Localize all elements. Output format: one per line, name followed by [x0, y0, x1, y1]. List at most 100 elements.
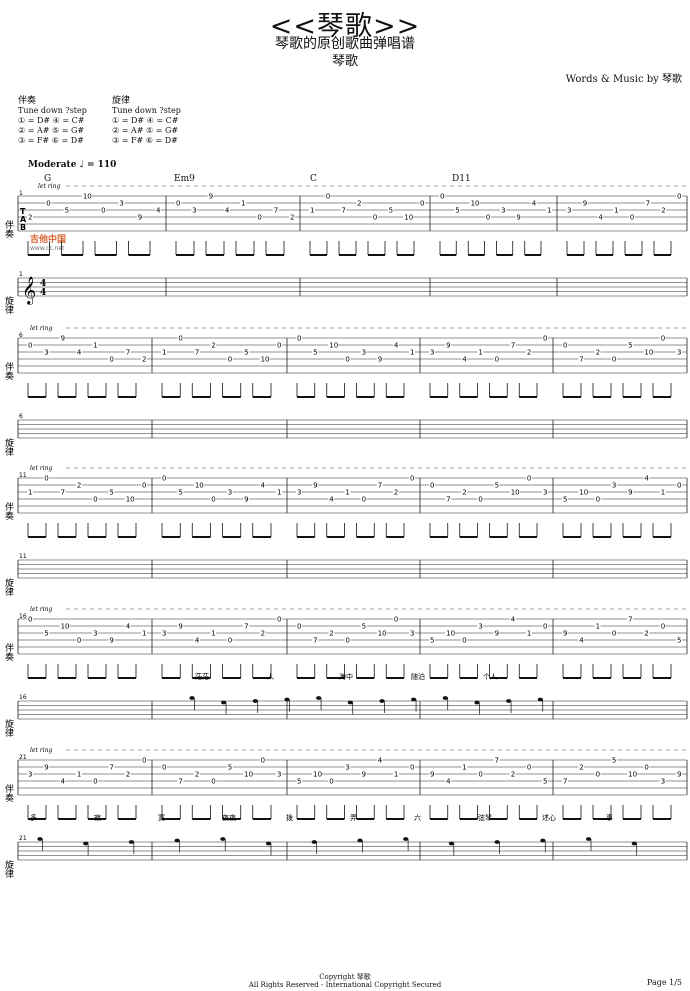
lyric-text: 人	[267, 673, 274, 681]
fret-number: 0	[612, 356, 616, 364]
fret-number: 0	[478, 496, 482, 504]
fret-number: 3	[677, 349, 681, 357]
fret-number: 5	[455, 207, 459, 215]
fret-number: 2	[211, 342, 215, 350]
fret-number: 4	[532, 200, 537, 208]
fret-number: 1	[93, 342, 97, 350]
fret-number: 7	[446, 496, 450, 504]
fret-number: 10	[628, 771, 637, 779]
staff-label-melody: 旋律	[3, 295, 14, 315]
fret-number: 9	[677, 771, 681, 779]
lyric-text: 个人	[483, 673, 497, 681]
measure-number: 16	[19, 694, 27, 701]
fret-number: 1	[394, 771, 398, 779]
fret-number: 2	[329, 630, 333, 638]
fret-number: 2	[126, 771, 130, 779]
fret-number: 2	[28, 214, 32, 222]
lyric-text: 海中	[339, 672, 353, 681]
fret-number: 3	[162, 630, 166, 638]
fret-number: 3	[277, 771, 281, 779]
note-head	[448, 841, 455, 846]
fret-number: 3	[345, 764, 349, 772]
note-head	[506, 699, 512, 703]
fret-number: 4	[598, 214, 603, 222]
fret-number: 2	[527, 349, 531, 357]
fret-number: 0	[440, 193, 444, 201]
note-head	[585, 837, 592, 841]
lyric-text: 茫茫	[195, 672, 209, 681]
lyric-text: 事	[606, 813, 613, 822]
staff-label-melody: 旋律	[3, 859, 14, 879]
fret-number: 3	[478, 623, 482, 631]
measure-number: 21	[19, 754, 27, 761]
fret-number: 0	[211, 496, 215, 504]
fret-number: 0	[543, 335, 547, 343]
fret-number: 10	[446, 630, 455, 638]
fret-number: 1	[77, 771, 81, 779]
fret-number: 0	[228, 356, 232, 364]
fret-number: 9	[109, 637, 113, 645]
fret-number: 7	[195, 349, 199, 357]
fret-number: 0	[142, 482, 146, 490]
fret-number: 2	[195, 771, 199, 779]
tab-clef: B	[20, 223, 26, 232]
fret-number: 0	[28, 616, 32, 624]
fret-number: 7	[378, 482, 382, 490]
note-head	[265, 841, 272, 846]
time-signature: 4	[40, 288, 46, 298]
fret-number: 0	[495, 356, 499, 364]
fret-number: 4	[329, 496, 334, 504]
let-ring-label: let ring	[38, 183, 60, 190]
fret-number: 3	[119, 200, 123, 208]
fret-number: 5	[612, 757, 616, 765]
note-head	[174, 838, 180, 843]
treble-clef-icon: 𝄞	[22, 276, 36, 305]
fret-number: 0	[677, 193, 681, 201]
fret-number: 0	[612, 630, 616, 638]
staff-label-melody: 旋律	[3, 718, 14, 738]
fret-number: 3	[661, 778, 665, 786]
measure-number: 11	[19, 472, 27, 479]
note-head	[403, 837, 409, 841]
fret-number: 3	[543, 489, 547, 497]
fret-number: 10	[404, 214, 413, 222]
measure-number: 1	[19, 190, 23, 197]
fret-number: 1	[478, 349, 482, 357]
fret-number: 5	[628, 342, 632, 350]
fret-number: 2	[290, 214, 294, 222]
fret-number: 9	[244, 496, 248, 504]
fret-number: 5	[244, 349, 248, 357]
fret-number: 0	[462, 637, 466, 645]
fret-number: 0	[527, 764, 531, 772]
fret-number: 3	[192, 207, 196, 215]
fret-number: 0	[527, 475, 531, 483]
fret-number: 0	[211, 778, 215, 786]
note-head	[357, 838, 363, 843]
fret-number: 3	[44, 349, 48, 357]
staff-label-accompaniment: 伴奏	[3, 501, 14, 521]
fret-number: 5	[297, 778, 301, 786]
staff-label-melody: 旋律	[3, 437, 14, 457]
fret-number: 1	[614, 207, 618, 215]
measure-number: 11	[19, 553, 27, 560]
fret-number: 0	[297, 623, 301, 631]
fret-number: 4	[378, 757, 383, 765]
fret-number: 10	[195, 482, 204, 490]
fret-number: 1	[462, 764, 466, 772]
let-ring-label: let ring	[30, 606, 52, 613]
fret-number: 0	[277, 616, 281, 624]
fret-number: 2	[261, 630, 265, 638]
fret-number: 9	[430, 771, 434, 779]
fret-number: 5	[228, 764, 232, 772]
staff-label-accompaniment: 伴奏	[3, 783, 14, 803]
staff-label-accompaniment: 伴奏	[3, 219, 14, 239]
fret-number: 0	[345, 637, 349, 645]
fret-number: 0	[326, 193, 330, 201]
fret-number: 9	[446, 342, 450, 350]
copyright-text: Copyright 琴歌	[319, 973, 371, 981]
note-head	[37, 837, 43, 841]
let-ring-label: let ring	[30, 465, 52, 472]
fret-number: 0	[596, 496, 600, 504]
fret-number: 0	[162, 764, 166, 772]
fret-number: 2	[579, 764, 583, 772]
